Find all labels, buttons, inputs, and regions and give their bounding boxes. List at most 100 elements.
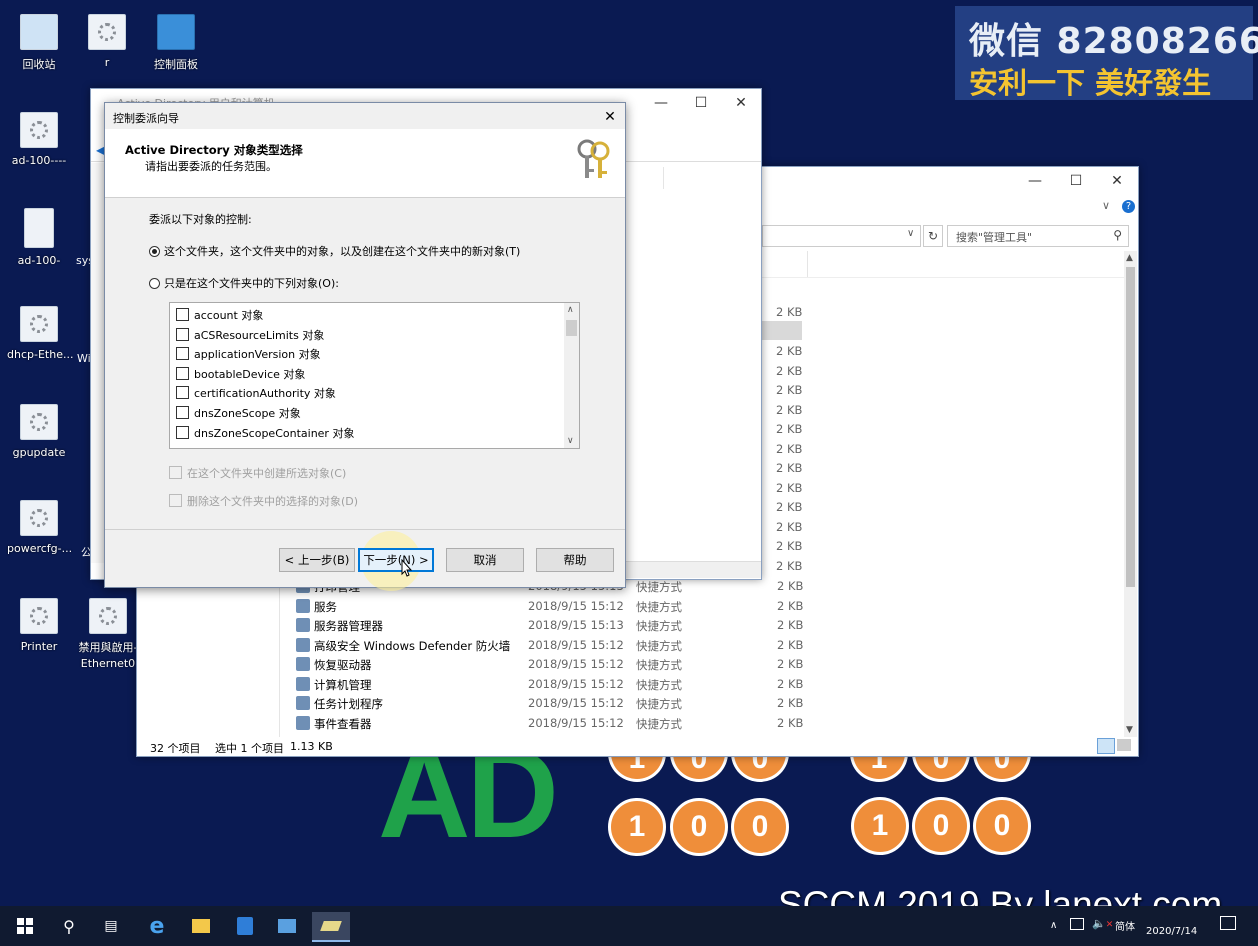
recovery-drive-icon <box>296 657 310 671</box>
table-row[interactable]: 高级安全 Windows Defender 防火墙 2018/9/15 15:1… <box>280 636 840 655</box>
maximize-button[interactable]: ☐ <box>1058 167 1094 195</box>
cancel-button[interactable]: 取消 <box>446 548 524 572</box>
help-icon[interactable]: ? <box>1122 200 1135 213</box>
gear-icon <box>20 404 58 440</box>
desktop-icon-dhcp[interactable]: dhcp-Ethe... <box>7 306 74 361</box>
close-button[interactable]: ✕ <box>599 106 621 128</box>
row-type: 快捷方式 <box>636 716 682 731</box>
server-manager-taskbar-icon[interactable] <box>270 912 304 940</box>
desktop-icon-control-panel[interactable]: 控制面板 <box>144 14 208 72</box>
minimize-button[interactable]: — <box>1017 167 1053 195</box>
maximize-button[interactable]: ☐ <box>683 89 719 117</box>
list-item[interactable]: dnsZoneScopeContainer 对象 <box>176 425 354 441</box>
file-list[interactable]: 打印管理 2018/9/15 15:13 快捷方式 2 KB 服务 2018/9… <box>280 577 840 733</box>
back-button[interactable]: < 上一步(B) <box>279 548 355 572</box>
list-item[interactable]: aCSResourceLimits 对象 <box>176 327 324 343</box>
table-row[interactable]: 服务 2018/9/15 15:12 快捷方式 2 KB <box>280 597 840 616</box>
checkbox-box <box>176 366 189 380</box>
windows-logo-icon <box>17 918 33 934</box>
table-row[interactable]: 服务器管理器 2018/9/15 15:13 快捷方式 2 KB <box>280 616 840 635</box>
desktop-icon-label: r <box>104 56 110 69</box>
logo-coin: 0 <box>670 798 728 856</box>
delegation-wizard-taskbar-icon[interactable] <box>312 912 350 942</box>
column-divider <box>663 167 664 189</box>
list-item[interactable]: certificationAuthority 对象 <box>176 385 336 401</box>
logo-coin: 1 <box>851 797 909 855</box>
help-button[interactable]: 帮助 <box>536 548 614 572</box>
row-type: 快捷方式 <box>636 619 682 633</box>
row-name: 恢复驱动器 <box>314 658 372 672</box>
close-button[interactable]: ✕ <box>1099 167 1135 195</box>
row-name: 服务器管理器 <box>314 619 383 633</box>
status-selected: 选中 1 个项目 <box>215 742 284 755</box>
list-item[interactable]: bootableDevice 对象 <box>176 366 305 382</box>
chevron-down-icon[interactable]: ∨ <box>1102 199 1110 212</box>
desktop-icon-label: dhcp-Ethe... <box>7 348 74 361</box>
scroll-down-icon[interactable]: ∨ <box>567 436 574 446</box>
refresh-icon[interactable]: ↻ <box>923 225 943 247</box>
object-type-label: dnsZoneScopeContainer 对象 <box>194 426 355 440</box>
list-item[interactable]: dnsZoneScope 对象 <box>176 405 301 421</box>
table-row[interactable]: 任务计划程序 2018/9/15 15:12 快捷方式 2 KB <box>280 694 840 713</box>
scroll-up-icon[interactable]: ∧ <box>567 305 574 315</box>
row-size: 2 KB <box>776 402 803 417</box>
scroll-thumb[interactable] <box>566 320 577 336</box>
volume-muted-icon[interactable]: 🔈✕ <box>1092 917 1113 930</box>
object-type-list[interactable]: account 对象 aCSResourceLimits 对象 applicatio… <box>169 302 580 449</box>
radio-only-objects[interactable]: 只是在这个文件夹中的下列对象(O): <box>149 275 339 291</box>
radio-all-objects[interactable]: 这个文件夹，这个文件夹中的对象，以及创建在这个文件夹中的新对象(T) <box>149 243 520 259</box>
task-view-icon[interactable]: ▤ <box>94 912 128 940</box>
desktop-icon-ad-100[interactable]: ad-100---- <box>7 112 71 167</box>
desktop-icon-recycle-bin[interactable]: 回收站 <box>7 14 71 72</box>
desktop-icon-ad-100-doc[interactable]: ad-100- <box>7 208 71 267</box>
mouse-cursor-icon <box>401 558 413 580</box>
desktop-icon-ethernet-toggle[interactable]: 禁用與啟用-Ethernet0 <box>75 598 141 672</box>
next-button[interactable]: 下一步(N) > <box>358 548 434 572</box>
row-size: 2 KB <box>776 305 803 319</box>
row-date: 2018/9/15 15:12 <box>528 657 624 671</box>
row-size: 2 KB <box>776 500 803 514</box>
start-button[interactable] <box>8 912 42 940</box>
checkbox-box <box>176 308 189 321</box>
vertical-scrollbar[interactable]: ▲ ▼ <box>1124 251 1137 737</box>
list-item[interactable]: applicationVersion 对象 <box>176 346 321 362</box>
row-name: 任务计划程序 <box>314 697 383 711</box>
notifications-icon[interactable] <box>1220 916 1236 930</box>
object-type-label: aCSResourceLimits 对象 <box>194 328 325 342</box>
minimize-button[interactable]: — <box>643 89 679 117</box>
desktop-icon-powercfg[interactable]: powercfg-... <box>7 500 72 555</box>
search-input[interactable]: 搜索"管理工具" ⚲ <box>947 225 1129 247</box>
horizontal-scrollbar[interactable] <box>611 561 761 578</box>
list-scrollbar[interactable]: ∧ ∨ <box>564 303 579 448</box>
details-view-icon[interactable] <box>1097 738 1115 754</box>
user-management-icon[interactable] <box>228 912 262 940</box>
desktop-icon-r[interactable]: r <box>75 14 139 69</box>
desktop-icon-gpupdate[interactable]: gpupdate <box>7 404 71 459</box>
object-type-label: applicationVersion 对象 <box>194 348 321 362</box>
scroll-up-icon[interactable]: ▲ <box>1126 253 1133 263</box>
file-explorer-icon[interactable] <box>184 912 218 940</box>
desktop-icon-printer[interactable]: Printer <box>7 598 71 653</box>
table-row[interactable]: 恢复驱动器 2018/9/15 15:12 快捷方式 2 KB <box>280 655 840 674</box>
large-icons-view-icon[interactable] <box>1117 739 1131 751</box>
list-item[interactable]: account 对象 <box>176 307 263 323</box>
scroll-thumb[interactable] <box>1126 267 1135 587</box>
table-row[interactable]: 事件查看器 2018/9/15 15:12 快捷方式 2 KB <box>280 714 840 733</box>
scroll-down-icon[interactable]: ▼ <box>1126 725 1133 735</box>
address-bar[interactable] <box>762 225 921 247</box>
network-icon[interactable] <box>1070 918 1084 930</box>
close-button[interactable]: ✕ <box>723 89 759 117</box>
language-indicator[interactable]: 简体 <box>1115 918 1135 933</box>
clock-date[interactable]: 2020/7/14 <box>1146 926 1197 937</box>
search-icon[interactable]: ⚲ <box>52 912 86 940</box>
create-objects-checkbox[interactable]: 在这个文件夹中创建所选对象(C) <box>169 465 346 481</box>
dialog-title: 控制委派向导 <box>113 112 179 125</box>
search-placeholder: 搜索"管理工具" <box>956 231 1033 244</box>
tray-up-icon[interactable]: ∧ <box>1050 920 1057 931</box>
internet-explorer-icon[interactable]: e <box>140 912 174 940</box>
address-dropdown-icon[interactable]: ∨ <box>907 228 914 239</box>
delete-objects-checkbox[interactable]: 删除这个文件夹中的选择的对象(D) <box>169 493 358 509</box>
table-row[interactable]: 计算机管理 2018/9/15 15:12 快捷方式 2 KB <box>280 675 840 694</box>
tree-pane[interactable] <box>91 163 105 563</box>
delegation-wizard-dialog[interactable]: 控制委派向导 ✕ Active Directory 对象类型选择 请指出要委派的… <box>104 102 626 591</box>
